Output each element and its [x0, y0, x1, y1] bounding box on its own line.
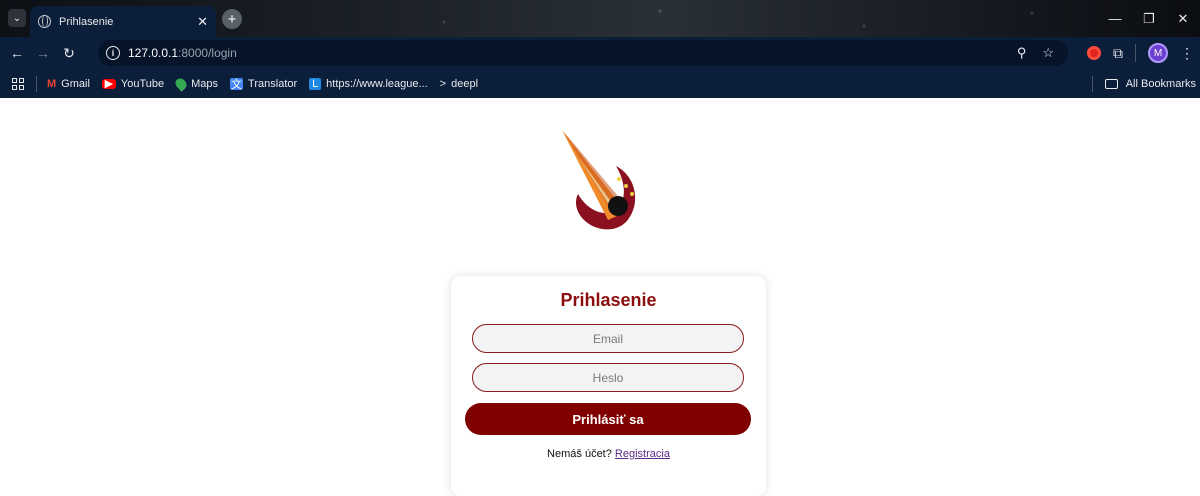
- login-button[interactable]: Prihlásiť sa: [465, 403, 751, 435]
- opera-extension-icon[interactable]: [1087, 46, 1101, 60]
- globe-icon: [38, 15, 51, 28]
- league-icon: L: [309, 77, 322, 90]
- bookmark-youtube[interactable]: ▶ YouTube: [101, 77, 165, 90]
- maps-icon: [173, 75, 189, 92]
- browser-tab-strip: ⌄ Prihlasenie ✕ + — ❐ ✕: [0, 0, 1200, 37]
- url-host: 127.0.0.1: [128, 46, 179, 60]
- all-bookmarks-label: All Bookmarks: [1125, 77, 1196, 90]
- deepl-icon: >: [439, 77, 447, 90]
- omnibox-actions: ⚲ ☆: [1017, 45, 1054, 61]
- tab-title: Prihlasenie: [59, 15, 114, 28]
- youtube-icon: ▶: [101, 78, 116, 90]
- back-arrow-icon[interactable]: ←: [4, 45, 30, 61]
- new-tab-button[interactable]: +: [222, 9, 242, 29]
- zoom-icon[interactable]: ⚲: [1017, 45, 1027, 61]
- bookmark-label: https://www.league...: [326, 77, 428, 90]
- toolbar-divider: [1135, 44, 1136, 62]
- login-card: Prihlasenie Prihlásiť sa Nemáš účet? Reg…: [451, 276, 766, 496]
- page-content: Prihlasenie Prihlásiť sa Nemáš účet? Reg…: [0, 98, 1200, 496]
- forward-arrow-icon[interactable]: →: [30, 45, 56, 61]
- bookmarks-divider: [1091, 75, 1093, 92]
- extensions-area: ⧉ M ⋮: [1087, 40, 1200, 66]
- url-path: :8000/login: [178, 46, 237, 60]
- register-link[interactable]: Registracia: [615, 448, 670, 460]
- minimize-button[interactable]: —: [1098, 11, 1132, 26]
- email-field[interactable]: [472, 324, 744, 353]
- bookmark-label: Maps: [191, 77, 219, 90]
- restore-button[interactable]: ❐: [1132, 11, 1166, 27]
- bookmarks-divider: [36, 75, 37, 92]
- gmail-icon: M: [47, 77, 57, 90]
- bookmarks-bar: M Gmail ▶ YouTube Maps 文 Translator L ht…: [0, 69, 1200, 98]
- login-title: Prihlasenie: [560, 290, 657, 310]
- translator-icon: 文: [230, 77, 244, 91]
- bookmark-label: Gmail: [61, 77, 90, 90]
- close-window-button[interactable]: ✕: [1166, 11, 1200, 27]
- bookmark-label: Translator: [248, 77, 298, 90]
- browser-tab-active[interactable]: Prihlasenie ✕: [30, 6, 216, 37]
- folder-icon: [1104, 78, 1118, 89]
- profile-avatar[interactable]: M: [1148, 43, 1168, 63]
- bookmark-league[interactable]: L https://www.league...: [309, 77, 428, 90]
- apps-grid-icon[interactable]: [12, 77, 24, 90]
- bookmark-gmail[interactable]: M Gmail: [47, 78, 90, 90]
- window-controls: — ❐ ✕: [1098, 0, 1200, 37]
- password-field[interactable]: [472, 363, 744, 392]
- bookmark-star-icon[interactable]: ☆: [1042, 45, 1054, 61]
- bookmark-maps[interactable]: Maps: [173, 75, 219, 92]
- comet-logo-icon: [562, 130, 636, 230]
- browser-menu-icon[interactable]: ⋮: [1180, 45, 1194, 62]
- bookmark-translator[interactable]: 文 Translator: [230, 77, 298, 91]
- bookmark-deepl[interactable]: > deepl: [440, 78, 478, 90]
- browser-toolbar: ← → ↻ i 127.0.0.1:8000/login ⚲ ☆ ⧉ M ⋮: [0, 37, 1200, 69]
- address-bar[interactable]: i 127.0.0.1:8000/login ⚲ ☆: [98, 40, 1068, 66]
- bookmark-label: deepl: [451, 77, 479, 90]
- register-prompt: Nemáš účet? Registracia: [451, 448, 766, 460]
- bookmark-label: YouTube: [120, 77, 165, 90]
- site-info-icon[interactable]: i: [106, 46, 120, 60]
- no-account-text: Nemáš účet?: [547, 448, 612, 460]
- tab-search-button[interactable]: ⌄: [8, 9, 26, 27]
- extensions-puzzle-icon[interactable]: ⧉: [1113, 45, 1123, 62]
- all-bookmarks-button[interactable]: All Bookmarks: [1091, 69, 1200, 98]
- close-tab-icon[interactable]: ✕: [197, 14, 208, 30]
- reload-icon[interactable]: ↻: [56, 45, 82, 62]
